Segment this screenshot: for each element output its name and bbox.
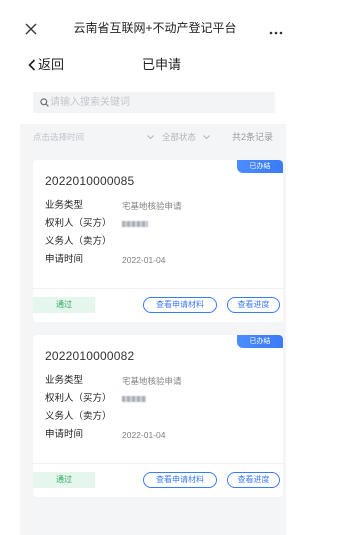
close-button[interactable] bbox=[25, 22, 37, 35]
search-icon bbox=[40, 98, 49, 107]
record-count: 共2条记录 bbox=[232, 132, 274, 142]
field-value: 2022-01-04 bbox=[122, 430, 166, 440]
divider bbox=[33, 463, 283, 464]
application-number: 2022010000082 bbox=[45, 349, 135, 363]
view-materials-button[interactable]: 查看申请材料 bbox=[143, 472, 217, 488]
application-card[interactable]: 已办结 2022010000085 业务类型 宅基地核验申请 权利人（买方） 义… bbox=[33, 160, 283, 322]
field-business-type: 业务类型 宅基地核验申请 bbox=[45, 199, 271, 213]
search-box[interactable] bbox=[33, 92, 275, 113]
field-rights-holder: 权利人（买方） bbox=[45, 217, 271, 231]
field-value: 宅基地核验申请 bbox=[122, 376, 182, 386]
app-title: 云南省互联网+不动产登记平台 bbox=[73, 21, 237, 35]
view-progress-button[interactable]: 查看进度 bbox=[227, 472, 280, 488]
result-badge: 通过 bbox=[33, 297, 95, 313]
field-value: 宅基地核验申请 bbox=[122, 201, 182, 211]
field-rights-holder: 权利人（买方） bbox=[45, 392, 271, 406]
chevron-down-icon[interactable] bbox=[147, 135, 154, 139]
field-business-type: 业务类型 宅基地核验申请 bbox=[45, 374, 271, 388]
more-icon bbox=[269, 31, 283, 35]
back-label: 返回 bbox=[38, 57, 65, 72]
field-apply-time: 申请时间 2022-01-04 bbox=[45, 253, 271, 267]
view-materials-button[interactable]: 查看申请材料 bbox=[143, 297, 217, 313]
application-number: 2022010000085 bbox=[45, 174, 135, 188]
result-badge: 通过 bbox=[33, 472, 95, 488]
back-button[interactable]: 返回 bbox=[28, 57, 78, 73]
field-obligor: 义务人（卖方） bbox=[45, 235, 271, 249]
status-filter[interactable]: 全部状态 bbox=[162, 131, 196, 143]
field-label: 业务类型 bbox=[45, 200, 84, 211]
chevron-down-icon[interactable] bbox=[203, 135, 210, 139]
application-card[interactable]: 已办结 2022010000082 业务类型 宅基地核验申请 权利人（买方） 义… bbox=[33, 335, 283, 497]
field-label: 申请时间 bbox=[45, 429, 84, 440]
field-obligor: 义务人（卖方） bbox=[45, 410, 271, 424]
view-progress-button[interactable]: 查看进度 bbox=[227, 297, 280, 313]
status-badge: 已办结 bbox=[237, 335, 283, 348]
search-input[interactable] bbox=[50, 92, 270, 113]
field-label: 权利人（买方） bbox=[45, 393, 112, 404]
app-screen: 云南省互联网+不动产登记平台 返回 已申请 点击选择时间 bbox=[20, 0, 286, 535]
header: 云南省互联网+不动产登记平台 返回 已申请 bbox=[20, 0, 286, 124]
close-icon bbox=[25, 23, 37, 35]
divider bbox=[33, 288, 283, 289]
field-apply-time: 申请时间 2022-01-04 bbox=[45, 428, 271, 442]
field-label: 义务人（卖方） bbox=[45, 236, 112, 247]
field-label: 权利人（买方） bbox=[45, 218, 112, 229]
back-chevron-icon bbox=[28, 59, 36, 71]
redacted-name bbox=[122, 221, 148, 227]
field-label: 业务类型 bbox=[45, 375, 84, 386]
redacted-name bbox=[122, 396, 146, 402]
field-label: 申请时间 bbox=[45, 254, 84, 265]
page-title: 已申请 bbox=[142, 57, 182, 72]
time-filter[interactable]: 点击选择时间 bbox=[33, 131, 84, 143]
field-value: 2022-01-04 bbox=[122, 255, 166, 265]
field-label: 义务人（卖方） bbox=[45, 411, 112, 422]
status-badge: 已办结 bbox=[237, 160, 283, 173]
more-button[interactable] bbox=[269, 24, 283, 35]
